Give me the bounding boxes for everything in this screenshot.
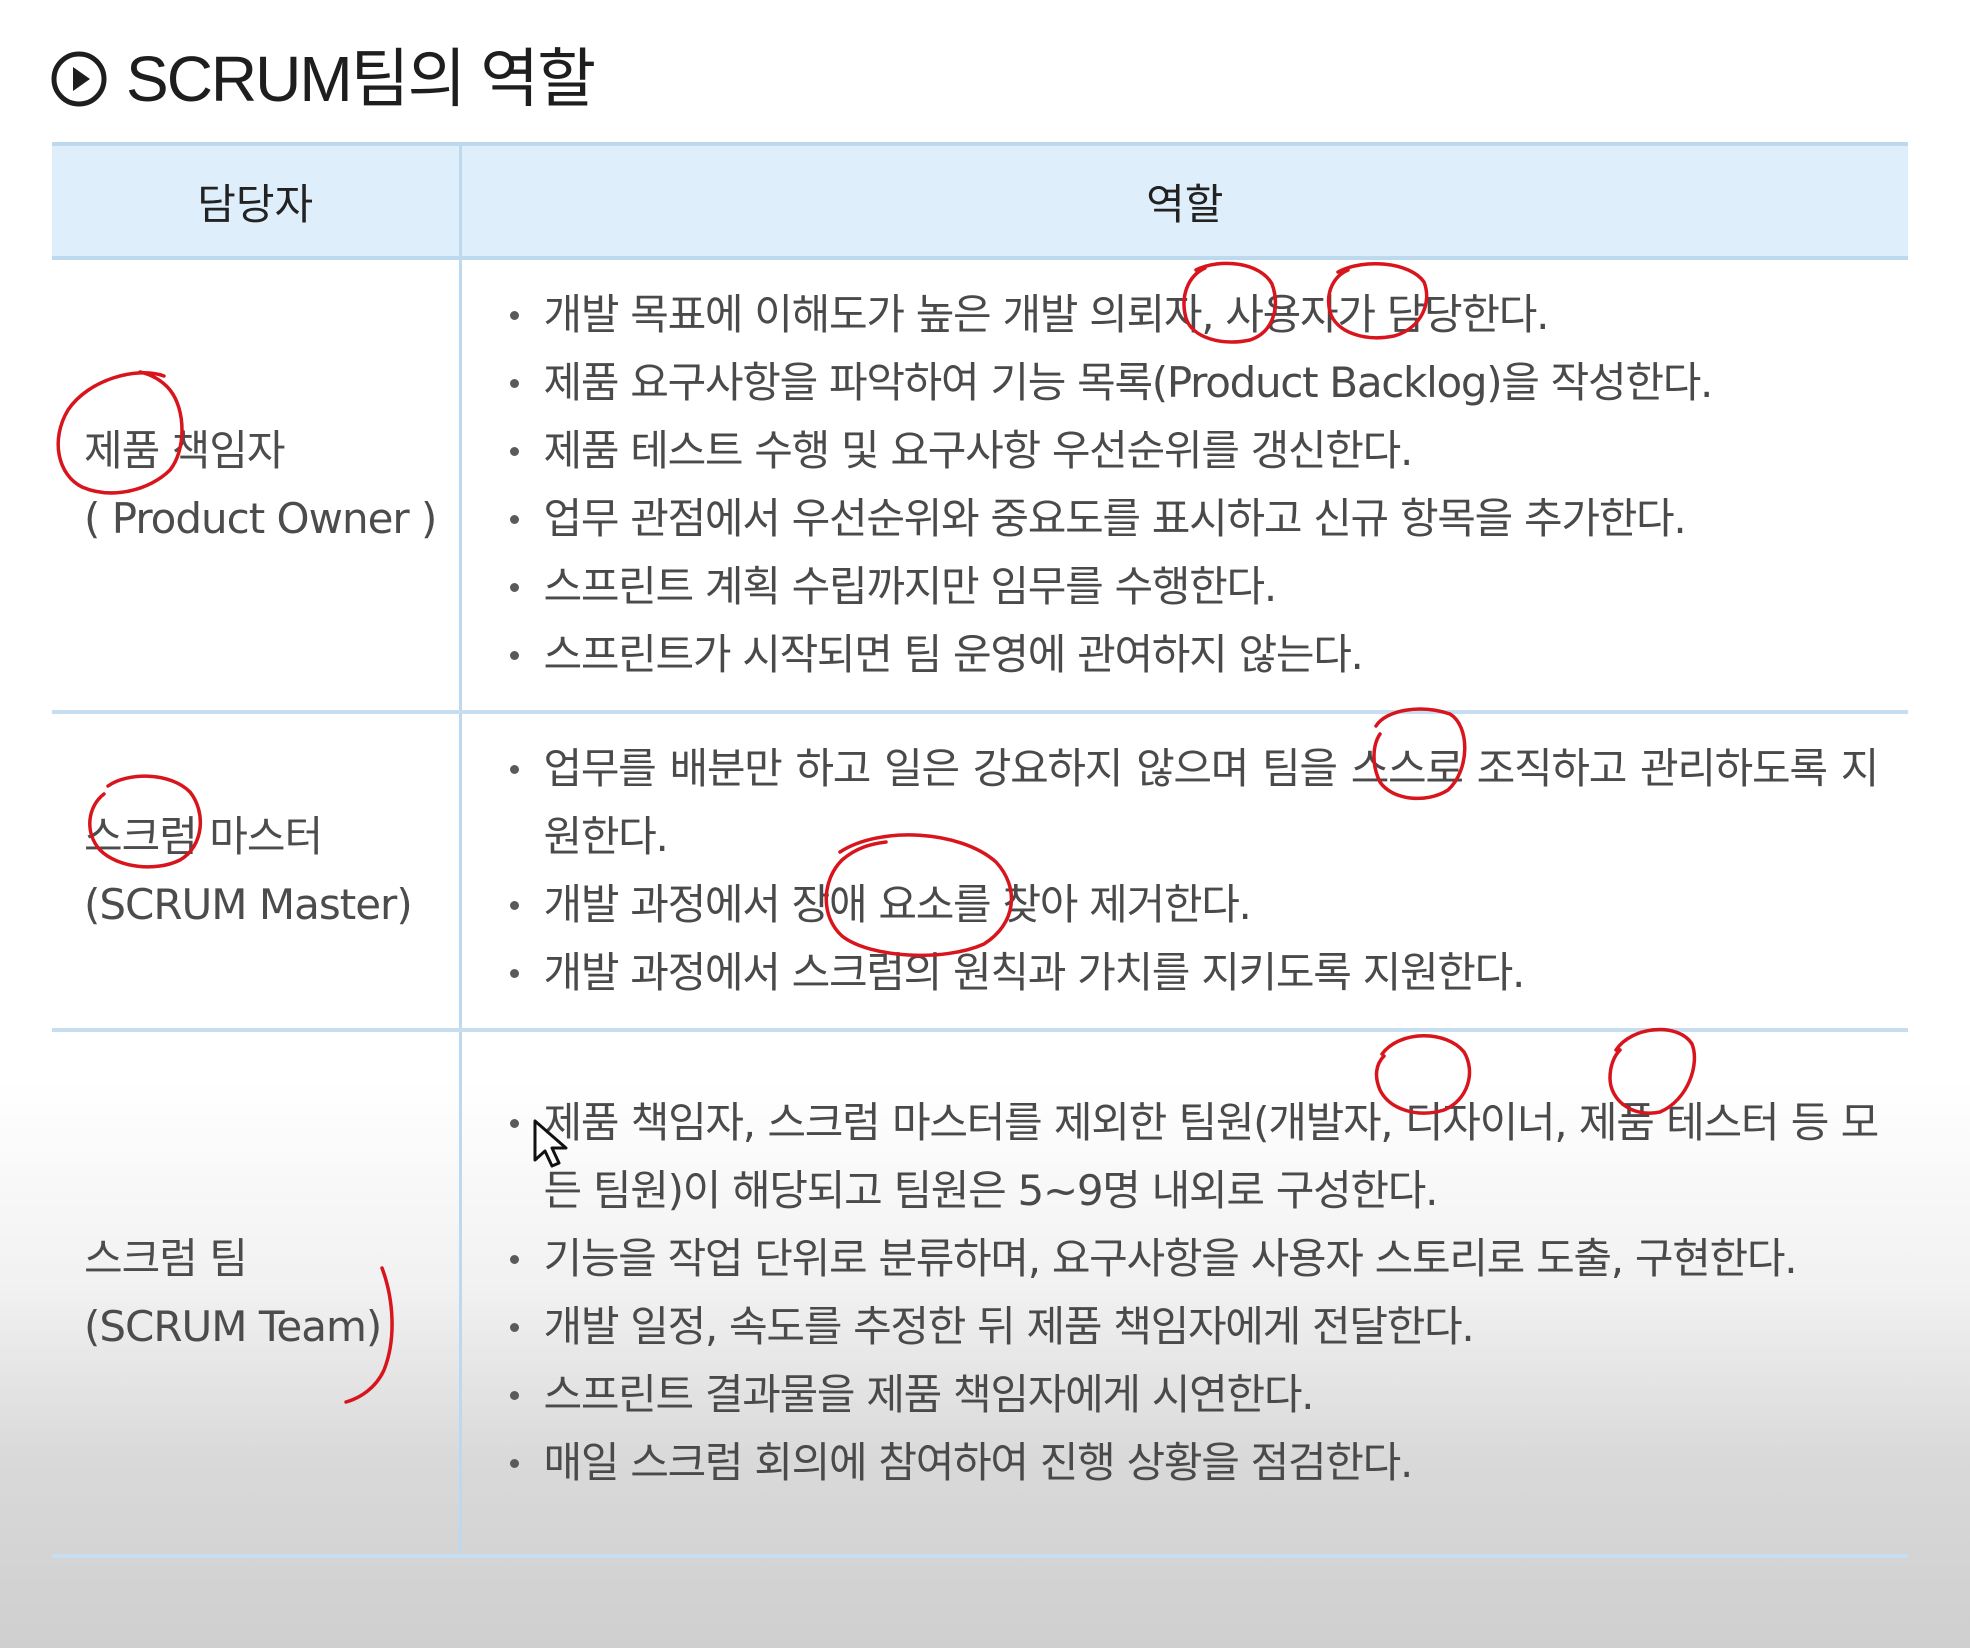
duty-item: 제품 테스트 수행 및 요구사항 우선순위를 갱신한다. (509, 417, 1879, 485)
duty-item: 매일 스크럼 회의에 참여하여 진행 상황을 점검한다. (509, 1429, 1879, 1497)
duty-item: 개발 과정에서 장애 요소를 찾아 제거한다. (509, 871, 1879, 939)
header-role: 역할 (460, 142, 1908, 260)
role-name-en: ( Product Owner ) (84, 494, 437, 543)
play-circle-icon (51, 51, 107, 107)
mouse-cursor-icon (533, 1119, 568, 1168)
header-owner: 담당자 (52, 142, 462, 260)
table-row-scrum-team: 스크럼 팀 (SCRUM Team) 제품 책임자, 스크럼 마스터를 제외한 … (52, 1030, 1908, 1558)
duty-item: 스프린트 계획 수립까지만 임무를 수행한다. (509, 553, 1879, 621)
duty-item: 스프린트가 시작되면 팀 운영에 관여하지 않는다. (509, 621, 1879, 689)
role-duties-cell: 개발 목표에 이해도가 높은 개발 의뢰자, 사용자가 담당한다. 제품 요구사… (460, 258, 1908, 714)
duty-item: 제품 요구사항을 파악하여 기능 목록(Product Backlog)을 작성… (509, 349, 1879, 417)
role-duties-cell: 제품 책임자, 스크럼 마스터를 제외한 팀원(개발자, 디자이너, 제품 테스… (460, 1030, 1908, 1558)
role-name-en: (SCRUM Master) (84, 880, 413, 929)
duty-list: 개발 목표에 이해도가 높은 개발 의뢰자, 사용자가 담당한다. 제품 요구사… (509, 281, 1879, 689)
role-name-cell: 제품 책임자 ( Product Owner ) (52, 258, 462, 714)
duty-item: 개발 과정에서 스크럼의 원칙과 가치를 지키도록 지원한다. (509, 939, 1879, 1007)
scrum-roles-table-container: 담당자 역할 제품 책임자 ( Product Owner ) 개발 목표에 이… (52, 142, 1908, 1558)
duty-item: 업무를 배분만 하고 일은 강요하지 않으며 팀을 스스로 조직하고 관리하도록… (509, 735, 1879, 871)
role-name: 스크럼 팀 (84, 1234, 248, 1283)
duty-list: 업무를 배분만 하고 일은 강요하지 않으며 팀을 스스로 조직하고 관리하도록… (509, 735, 1879, 1007)
duty-list: 제품 책임자, 스크럼 마스터를 제외한 팀원(개발자, 디자이너, 제품 테스… (509, 1089, 1879, 1497)
duty-item: 업무 관점에서 우선순위와 중요도를 표시하고 신규 항목을 추가한다. (509, 485, 1879, 553)
scrum-roles-table: 담당자 역할 제품 책임자 ( Product Owner ) 개발 목표에 이… (52, 142, 1908, 1558)
role-name-cell: 스크럼 팀 (SCRUM Team) (52, 1030, 462, 1558)
table-header-row: 담당자 역할 (52, 142, 1908, 260)
duty-item: 개발 목표에 이해도가 높은 개발 의뢰자, 사용자가 담당한다. (509, 281, 1879, 349)
page-title-text: SCRUM팀의 역할 (126, 43, 596, 115)
role-name: 제품 책임자 (84, 426, 286, 475)
role-duties-cell: 업무를 배분만 하고 일은 강요하지 않으며 팀을 스스로 조직하고 관리하도록… (460, 712, 1908, 1032)
duty-item: 스프린트 결과물을 제품 책임자에게 시연한다. (509, 1361, 1879, 1429)
duty-item: 제품 책임자, 스크럼 마스터를 제외한 팀원(개발자, 디자이너, 제품 테스… (509, 1089, 1879, 1225)
role-name-en: (SCRUM Team) (84, 1302, 382, 1351)
page-title: SCRUM팀의 역할 (50, 34, 596, 124)
table-row-product-owner: 제품 책임자 ( Product Owner ) 개발 목표에 이해도가 높은 … (52, 258, 1908, 714)
role-name: 스크럼 마스터 (84, 812, 323, 861)
role-name-cell: 스크럼 마스터 (SCRUM Master) (52, 712, 462, 1032)
table-row-scrum-master: 스크럼 마스터 (SCRUM Master) 업무를 배분만 하고 일은 강요하… (52, 712, 1908, 1032)
duty-item: 개발 일정, 속도를 추정한 뒤 제품 책임자에게 전달한다. (509, 1293, 1879, 1361)
duty-item: 기능을 작업 단위로 분류하며, 요구사항을 사용자 스토리로 도출, 구현한다… (509, 1225, 1879, 1293)
